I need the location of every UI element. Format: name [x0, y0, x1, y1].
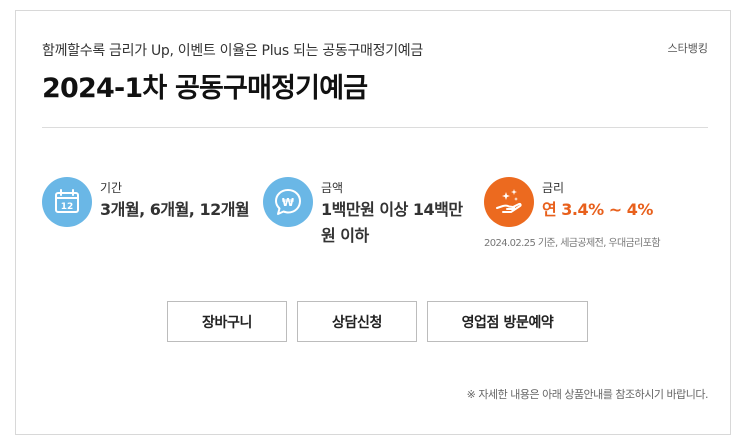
- product-subtitle: 함께할수록 금리가 Up, 이벤트 이율은 Plus 되는 공동구매정기예금: [42, 43, 423, 59]
- consult-button[interactable]: 상담신청: [297, 301, 417, 342]
- info-rate: 금리 연 3.4% ~ 4% 2024.02.25 기준, 세금공제전, 우대금…: [484, 177, 714, 257]
- period-value: 3개월, 6개월, 12개월: [100, 200, 250, 219]
- channel-badge: 스타뱅킹: [667, 42, 708, 55]
- branch-visit-button[interactable]: 영업점 방문예약: [427, 301, 588, 342]
- won-symbol-text: ₩: [282, 196, 294, 209]
- rate-value: 연 3.4% ~ 4%: [542, 200, 653, 219]
- cart-button[interactable]: 장바구니: [167, 301, 287, 342]
- hand-sparkle-icon: [484, 177, 534, 227]
- product-card: 함께할수록 금리가 Up, 이벤트 이율은 Plus 되는 공동구매정기예금 스…: [15, 10, 731, 435]
- amount-value: 1백만원 이상 14백만원 이하: [321, 200, 463, 245]
- calendar-icon: 12: [42, 177, 92, 227]
- period-label: 기간: [100, 181, 123, 195]
- rate-label: 금리: [542, 181, 565, 195]
- product-title: 2024-1차 공동구매정기예금: [42, 73, 368, 104]
- calendar-day-text: 12: [61, 202, 74, 212]
- amount-label: 금액: [321, 181, 344, 195]
- footnote: ※ 자세한 내용은 아래 상품안내를 참조하시기 바랍니다.: [466, 388, 709, 401]
- info-period: 12 기간 3개월, 6개월, 12개월: [42, 177, 262, 237]
- won-speech-bubble-icon: ₩: [263, 177, 313, 227]
- divider: [42, 127, 708, 128]
- info-amount: ₩ 금액 1백만원 이상 14백만원 이하: [263, 177, 478, 267]
- rate-note: 2024.02.25 기준, 세금공제전, 우대금리포함: [484, 238, 661, 249]
